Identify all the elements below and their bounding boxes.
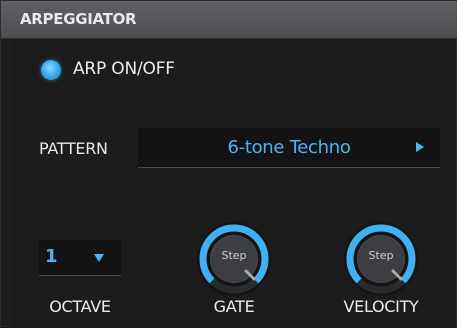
velocity-knob[interactable]: Step <box>341 219 421 299</box>
panel-title-bar: ARPEGGIATOR <box>1 1 457 39</box>
octave-dropdown[interactable]: 1 <box>39 240 121 276</box>
velocity-label: VELOCITY <box>343 297 419 316</box>
arp-led-indicator[interactable] <box>41 60 61 80</box>
gate-knob[interactable]: Step <box>194 219 274 299</box>
gate-value-label: Step <box>221 249 247 262</box>
velocity-value-label: Step <box>368 249 394 262</box>
arpeggiator-panel: ARPEGGIATOR ARP ON/OFF PATTERN 6-tone Te… <box>0 0 457 328</box>
pattern-value: 6-tone Techno <box>227 137 351 158</box>
pattern-label: PATTERN <box>39 139 108 158</box>
arp-toggle-label: ARP ON/OFF <box>73 59 175 79</box>
octave-value: 1 <box>45 246 58 267</box>
pattern-selector[interactable]: 6-tone Techno <box>138 128 440 168</box>
play-arrow-icon[interactable] <box>416 142 424 152</box>
arp-on-off-toggle[interactable]: ARP ON/OFF <box>37 57 207 87</box>
gate-label: GATE <box>213 297 255 316</box>
chevron-down-icon[interactable] <box>94 254 104 262</box>
panel-title: ARPEGGIATOR <box>20 10 137 28</box>
octave-label: OCTAVE <box>49 297 111 316</box>
